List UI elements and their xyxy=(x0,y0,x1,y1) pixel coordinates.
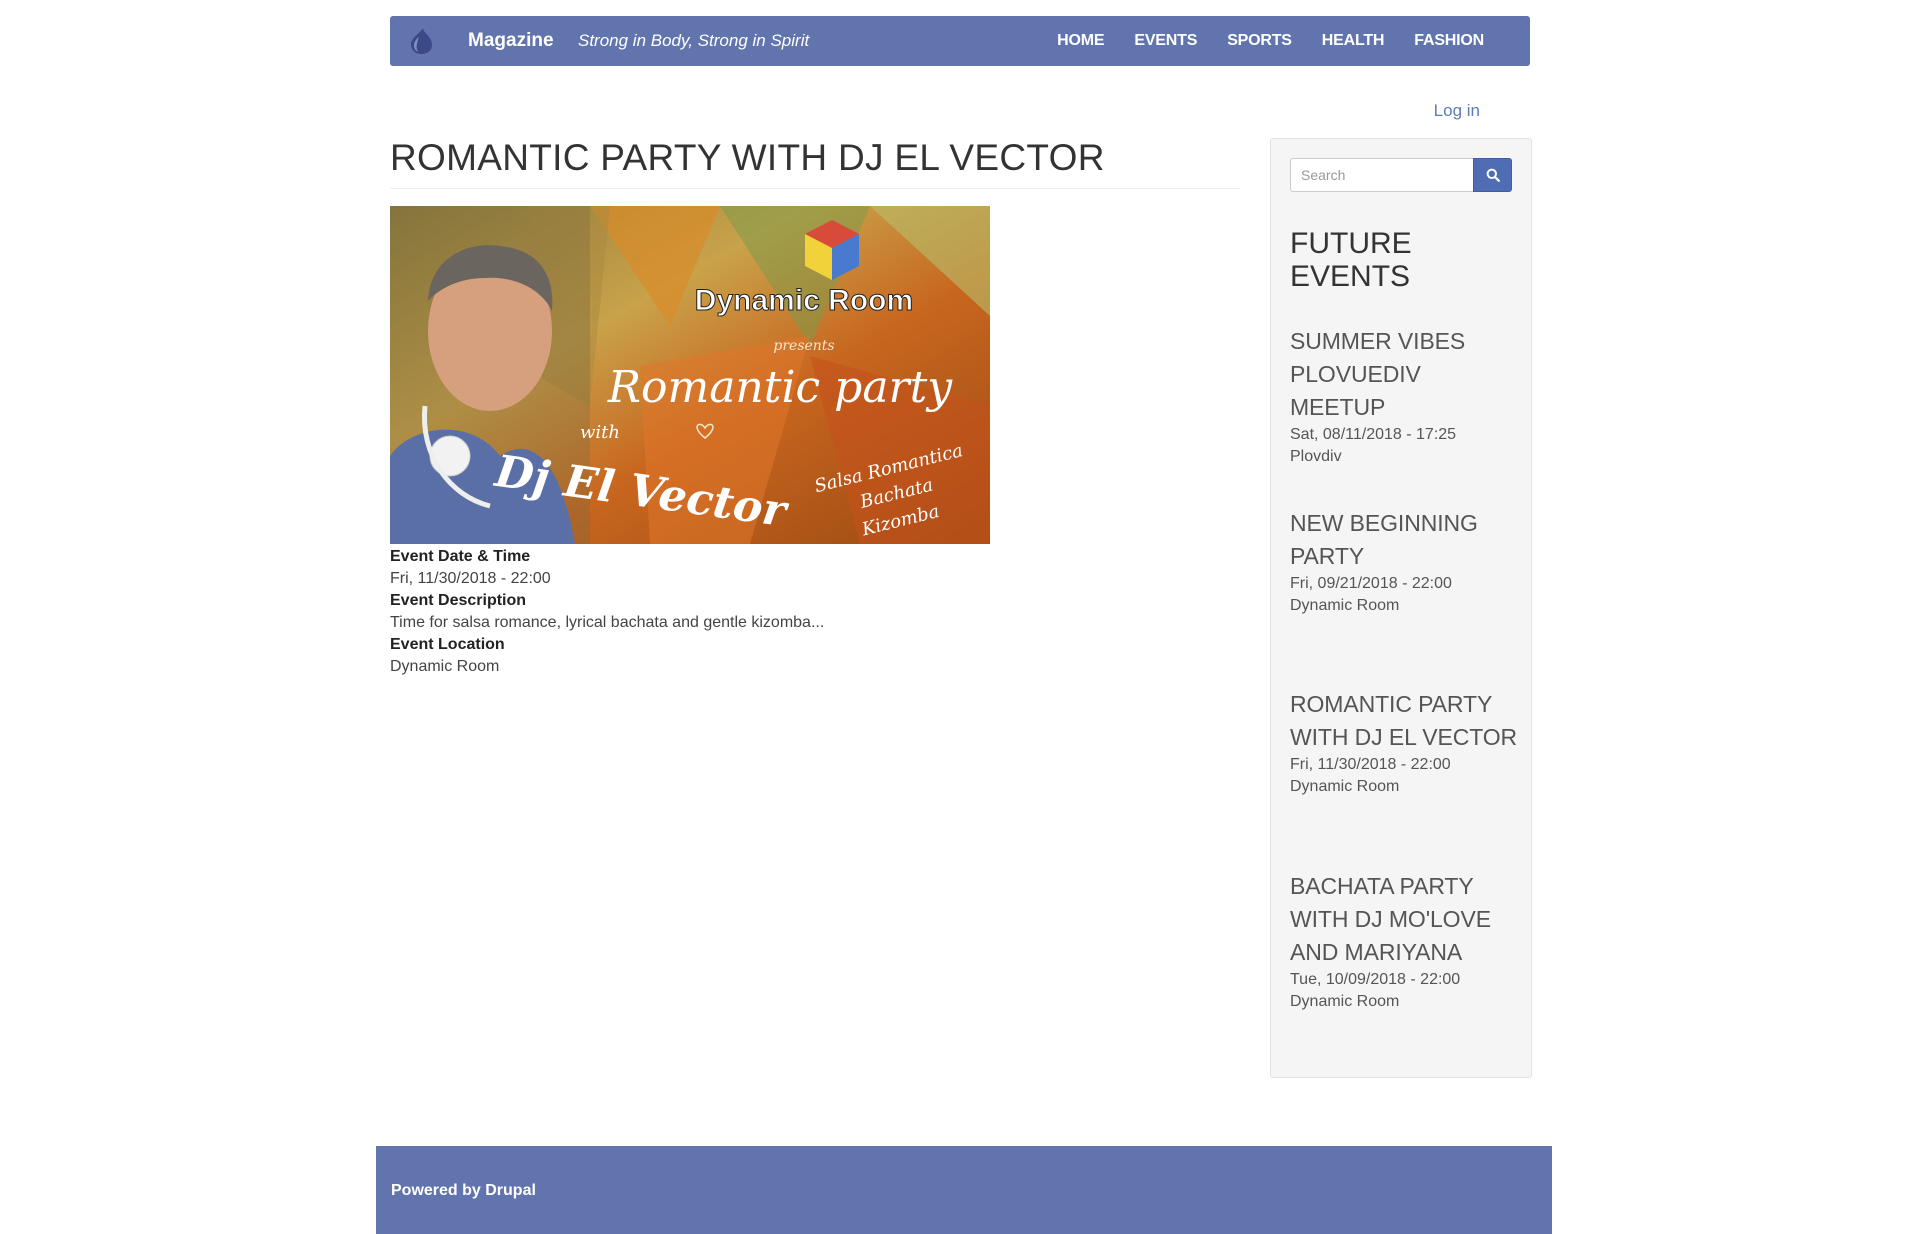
site-slogan: Strong in Body, Strong in Spirit xyxy=(578,31,810,50)
nav-item-sports[interactable]: SPORTS xyxy=(1212,16,1307,66)
event-location: Dynamic Room xyxy=(1290,993,1400,1010)
event-link[interactable]: SUMMER VIBES PLOVUEDIV MEETUP xyxy=(1290,325,1520,424)
event-image: Dynamic Room presents Romantic party wit… xyxy=(390,206,990,544)
event-date: Fri, 11/30/2018 - 22:00 xyxy=(1290,756,1451,773)
search-input[interactable] xyxy=(1290,158,1473,192)
field-description-label: Event Description xyxy=(390,592,527,609)
field-location-value: Dynamic Room xyxy=(390,658,500,675)
poster-with: with xyxy=(580,422,620,443)
main-menu: HOME EVENTS SPORTS HEALTH FASHION xyxy=(1042,16,1484,66)
page-title: ROMANTIC PARTY WITH DJ EL VECTOR xyxy=(390,136,1240,190)
poster-presents: presents xyxy=(773,338,834,354)
login-link[interactable]: Log in xyxy=(1434,101,1480,121)
footer: Powered by Drupal xyxy=(376,1146,1552,1234)
search-icon xyxy=(1486,168,1500,182)
search-button[interactable] xyxy=(1473,158,1512,192)
list-item: BACHATA PARTY WITH DJ MO'LOVE AND MARIYA… xyxy=(1290,870,1520,1013)
event-fields: Event Date & Time Fri, 11/30/2018 - 22:0… xyxy=(390,546,824,678)
event-date: Sat, 08/11/2018 - 17:25 xyxy=(1290,426,1457,443)
event-poster: Dynamic Room presents Romantic party wit… xyxy=(390,206,990,544)
poster-headline: Romantic party xyxy=(607,362,953,413)
event-location: Dynamic Room xyxy=(1290,597,1400,614)
nav-item-fashion[interactable]: FASHION xyxy=(1399,16,1484,66)
search-form xyxy=(1290,158,1512,192)
future-events-list: SUMMER VIBES PLOVUEDIV MEETUP Sat, 08/11… xyxy=(1290,325,1520,1013)
list-item: ROMANTIC PARTY WITH DJ EL VECTOR Fri, 11… xyxy=(1290,688,1520,870)
nav-item-home[interactable]: HOME xyxy=(1042,16,1119,66)
nav-item-health[interactable]: HEALTH xyxy=(1307,16,1400,66)
nav-item-events[interactable]: EVENTS xyxy=(1119,16,1212,66)
sidebar-title: FUTURE EVENTS xyxy=(1290,227,1412,293)
field-date-value: Fri, 11/30/2018 - 22:00 xyxy=(390,570,551,587)
navbar: Magazine Strong in Body, Strong in Spiri… xyxy=(390,16,1530,66)
event-date: Fri, 09/21/2018 - 22:00 xyxy=(1290,575,1452,592)
event-link[interactable]: NEW BEGINNING PARTY xyxy=(1290,507,1520,573)
main-content: ROMANTIC PARTY WITH DJ EL VECTOR Dynamic… xyxy=(390,120,1240,675)
field-description-value: Time for salsa romance, lyrical bachata … xyxy=(390,614,825,631)
list-item: SUMMER VIBES PLOVUEDIV MEETUP Sat, 08/11… xyxy=(1290,325,1520,507)
event-location: Plovdiv xyxy=(1290,448,1342,465)
field-date-label: Event Date & Time xyxy=(390,548,531,565)
powered-by-drupal-link[interactable]: Powered by Drupal xyxy=(391,1182,536,1200)
event-link[interactable]: BACHATA PARTY WITH DJ MO'LOVE AND MARIYA… xyxy=(1290,870,1520,969)
sidebar: FUTURE EVENTS SUMMER VIBES PLOVUEDIV MEE… xyxy=(1270,138,1532,1078)
poster-brand: Dynamic Room xyxy=(695,284,913,317)
event-date: Tue, 10/09/2018 - 22:00 xyxy=(1290,971,1461,988)
event-location: Dynamic Room xyxy=(1290,778,1400,795)
site-name-link[interactable]: Magazine xyxy=(468,16,554,66)
field-location-label: Event Location xyxy=(390,636,505,653)
list-item: NEW BEGINNING PARTY Fri, 09/21/2018 - 22… xyxy=(1290,507,1520,688)
drupal-drop-icon[interactable] xyxy=(408,27,435,55)
event-link[interactable]: ROMANTIC PARTY WITH DJ EL VECTOR xyxy=(1290,688,1520,754)
